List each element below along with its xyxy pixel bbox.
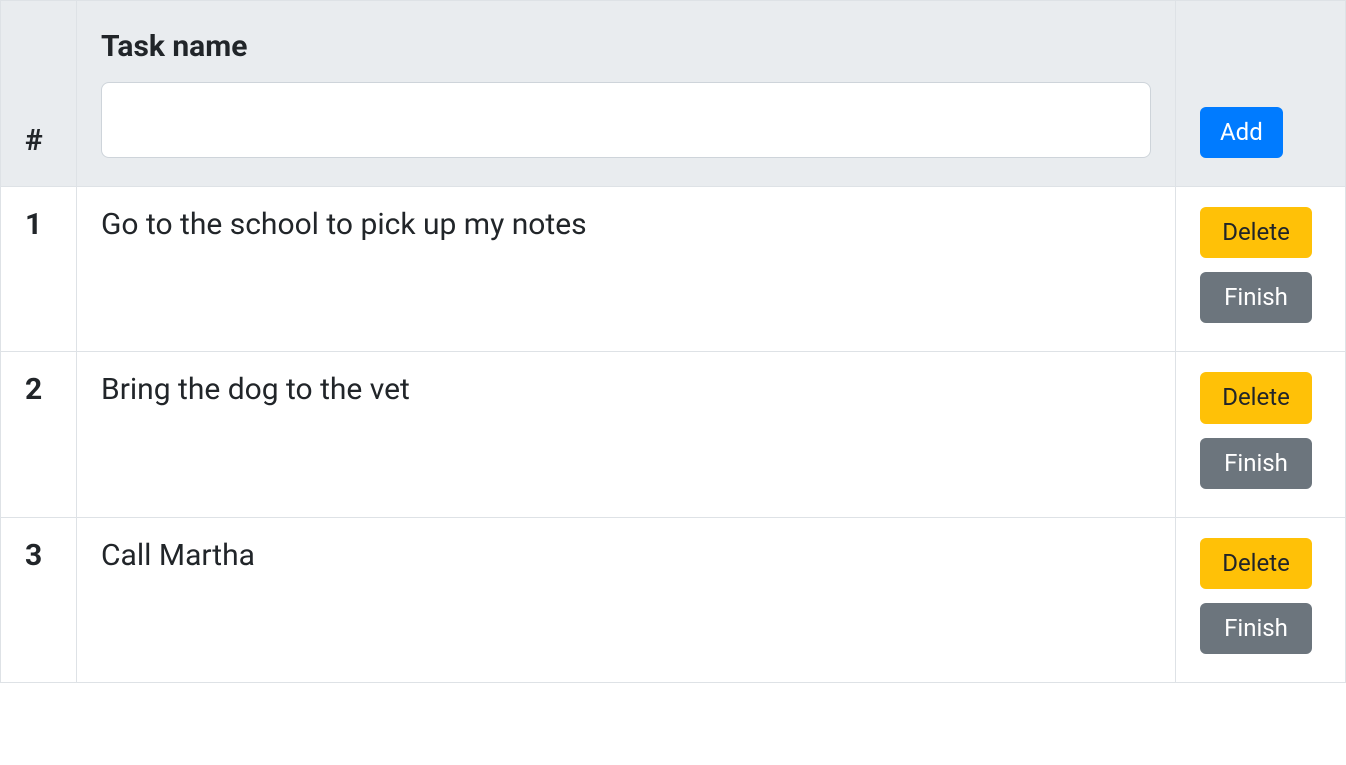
task-index: 1 [1,187,77,352]
table-row: 3Call Martha Delete Finish [1,517,1346,682]
task-actions: Delete Finish [1176,187,1346,352]
add-button[interactable]: Add [1200,107,1283,158]
task-tbody: 1Go to the school to pick up my notesDel… [1,187,1346,683]
column-header-name: Task name [77,1,1176,187]
table-header-row: # Task name Add [1,1,1346,187]
task-name-label: Task name [101,29,1151,64]
task-name: Go to the school to pick up my notes [77,187,1176,352]
task-index: 3 [1,517,77,682]
column-header-actions: Add [1176,1,1346,187]
finish-button[interactable]: Finish [1200,438,1312,489]
table-row: 1Go to the school to pick up my notesDel… [1,187,1346,352]
column-header-index: # [1,1,77,187]
finish-button[interactable]: Finish [1200,603,1312,654]
delete-button[interactable]: Delete [1200,538,1312,589]
task-name-input[interactable] [101,82,1151,158]
task-table: # Task name Add 1Go to the school to pic… [0,0,1346,683]
task-index: 2 [1,352,77,517]
delete-button[interactable]: Delete [1200,372,1312,423]
task-actions: Delete Finish [1176,352,1346,517]
task-name: Call Martha [77,517,1176,682]
table-row: 2Bring the dog to the vet Delete Finish [1,352,1346,517]
task-actions: Delete Finish [1176,517,1346,682]
finish-button[interactable]: Finish [1200,272,1312,323]
task-name: Bring the dog to the vet [77,352,1176,517]
delete-button[interactable]: Delete [1200,207,1312,258]
